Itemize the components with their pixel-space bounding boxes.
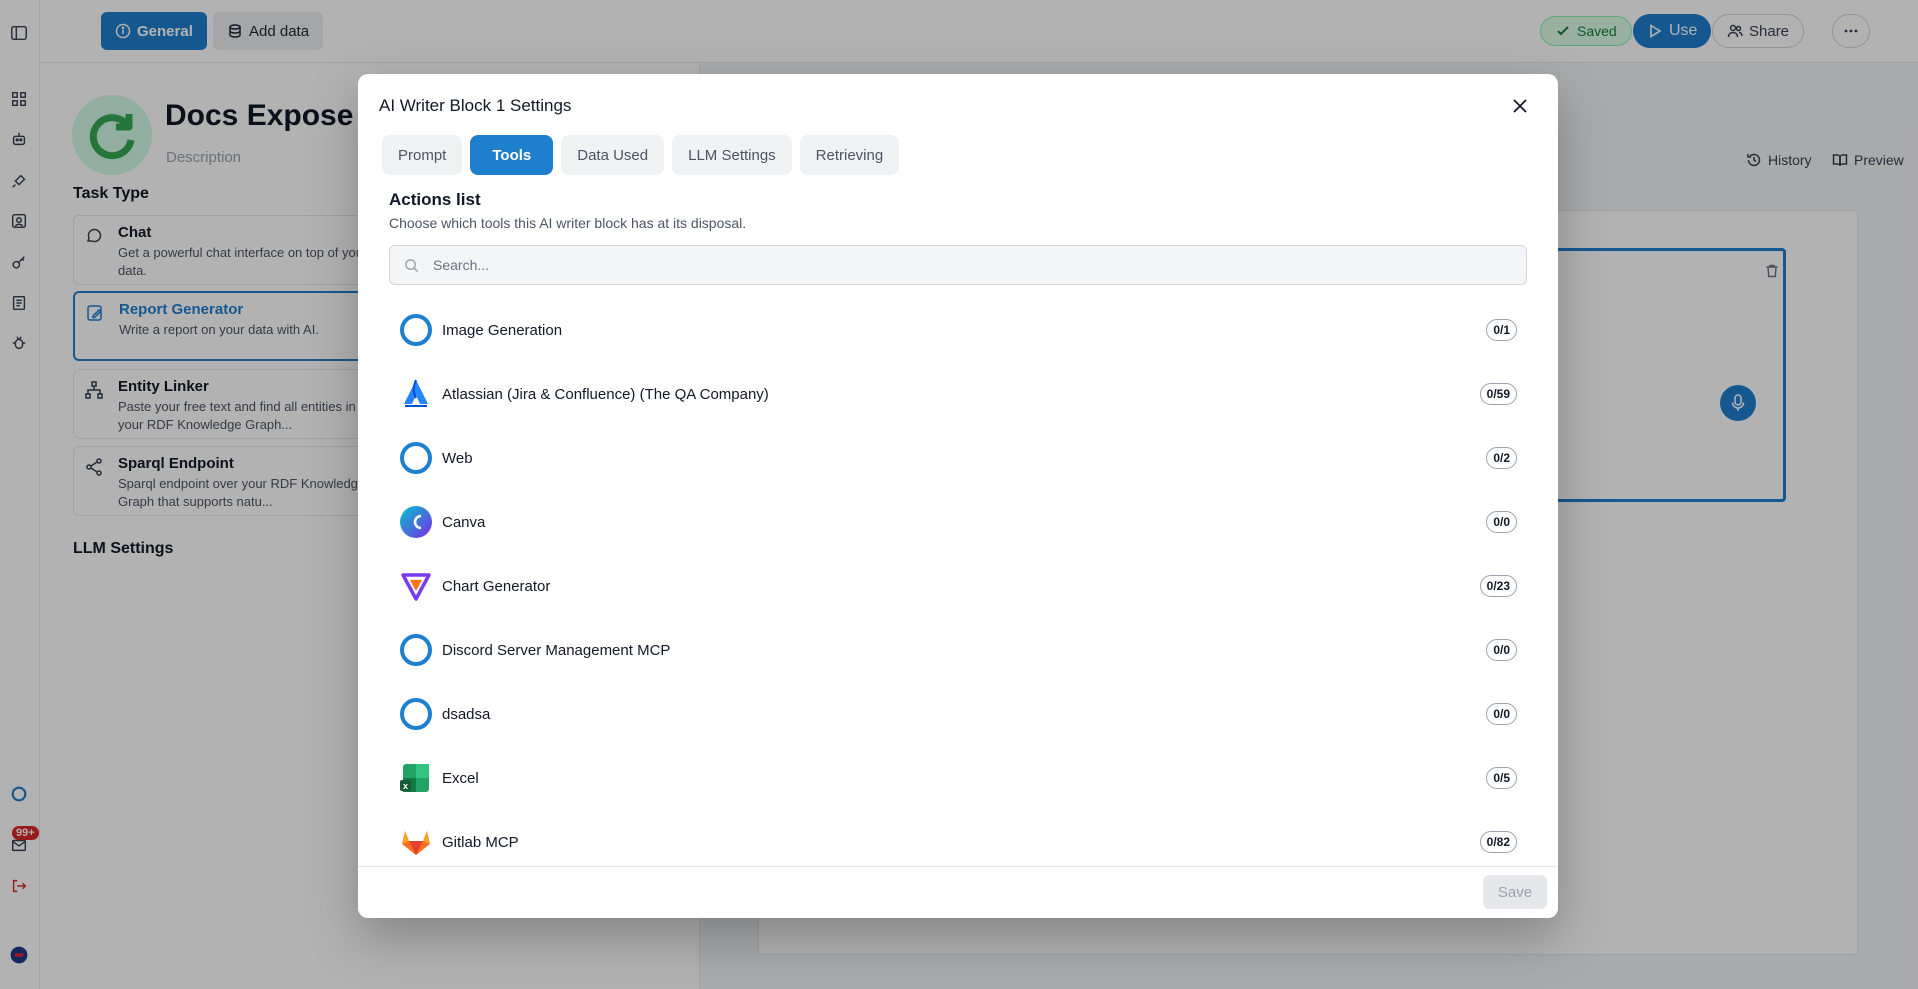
tool-row-canva[interactable]: Canva 0/0 bbox=[389, 496, 1527, 548]
canva-icon bbox=[399, 505, 433, 539]
tool-name: Canva bbox=[442, 513, 486, 531]
gitlab-icon bbox=[399, 825, 433, 859]
tool-name: Atlassian (Jira & Confluence) (The QA Co… bbox=[442, 385, 769, 403]
default-ring-icon bbox=[399, 313, 433, 347]
tool-row-chart-generator[interactable]: Chart Generator 0/23 bbox=[389, 560, 1527, 612]
tool-name: Discord Server Management MCP bbox=[442, 641, 671, 659]
actions-list-heading: Actions list bbox=[389, 190, 481, 209]
tool-row-gitlab[interactable]: Gitlab MCP 0/82 bbox=[389, 816, 1527, 868]
tool-count-badge: 0/0 bbox=[1486, 703, 1517, 725]
tools-search-box bbox=[389, 245, 1527, 285]
chart-generator-icon bbox=[399, 569, 433, 603]
tool-row-image-generation[interactable]: Image Generation 0/1 bbox=[389, 304, 1527, 356]
tool-count-badge: 0/59 bbox=[1479, 383, 1517, 405]
close-icon bbox=[1513, 99, 1527, 113]
tool-name: Gitlab MCP bbox=[442, 833, 519, 851]
save-button[interactable]: Save bbox=[1483, 875, 1547, 909]
search-input[interactable] bbox=[433, 257, 1513, 273]
tool-row-discord-server-management[interactable]: Discord Server Management MCP 0/0 bbox=[389, 624, 1527, 676]
tab-prompt[interactable]: Prompt bbox=[382, 135, 463, 175]
search-icon bbox=[405, 258, 419, 272]
close-button[interactable] bbox=[1506, 92, 1534, 120]
tool-name: Image Generation bbox=[442, 321, 563, 339]
modal-footer: Save bbox=[358, 866, 1558, 918]
tool-count-badge: 0/2 bbox=[1486, 447, 1517, 469]
tool-name: Excel bbox=[442, 769, 479, 787]
atlassian-icon bbox=[399, 377, 433, 411]
default-ring-icon bbox=[399, 633, 433, 667]
tool-name: Chart Generator bbox=[442, 577, 551, 595]
tool-row-excel[interactable]: x Excel 0/5 bbox=[389, 752, 1527, 804]
tool-row-web[interactable]: Web 0/2 bbox=[389, 432, 1527, 484]
settings-tabs: Prompt Tools Data Used LLM Settings Retr… bbox=[382, 135, 900, 175]
tab-data-used[interactable]: Data Used bbox=[561, 135, 665, 175]
tab-tools[interactable]: Tools bbox=[470, 135, 554, 175]
tab-retrieving[interactable]: Retrieving bbox=[799, 135, 900, 175]
svg-text:x: x bbox=[403, 781, 408, 791]
actions-list-subheading: Choose which tools this AI writer block … bbox=[389, 215, 747, 231]
tool-row-dsadsa[interactable]: dsadsa 0/0 bbox=[389, 688, 1527, 740]
excel-icon: x bbox=[399, 761, 433, 795]
ai-writer-settings-modal: AI Writer Block 1 Settings Prompt Tools … bbox=[358, 74, 1558, 918]
tool-count-badge: 0/0 bbox=[1486, 511, 1517, 533]
tool-count-badge: 0/82 bbox=[1479, 831, 1517, 853]
tool-name: dsadsa bbox=[442, 705, 491, 723]
tool-count-badge: 0/1 bbox=[1486, 319, 1517, 341]
default-ring-icon bbox=[399, 441, 433, 475]
tool-count-badge: 0/23 bbox=[1479, 575, 1517, 597]
tool-count-badge: 0/5 bbox=[1486, 767, 1517, 789]
modal-title: AI Writer Block 1 Settings bbox=[379, 96, 572, 115]
tab-llm-settings[interactable]: LLM Settings bbox=[672, 135, 792, 175]
default-ring-icon bbox=[399, 697, 433, 731]
tool-row-atlassian[interactable]: Atlassian (Jira & Confluence) (The QA Co… bbox=[389, 368, 1527, 420]
tool-count-badge: 0/0 bbox=[1486, 639, 1517, 661]
tool-name: Web bbox=[442, 449, 473, 467]
